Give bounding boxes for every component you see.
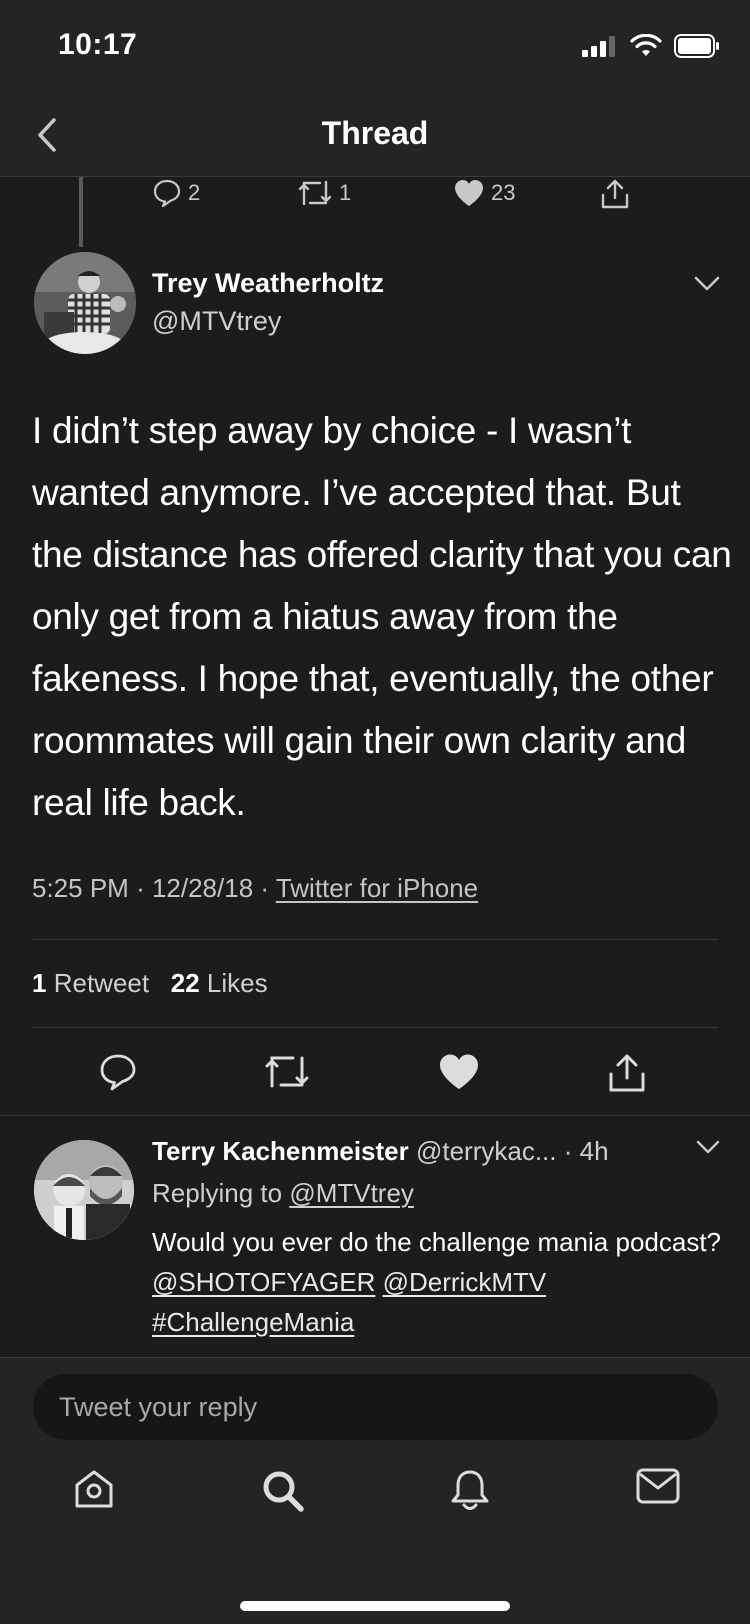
share-icon xyxy=(600,178,630,210)
reply-button[interactable] xyxy=(98,1052,138,1092)
reply-text: Would you ever do the challenge mania po… xyxy=(152,1222,722,1342)
mention-link[interactable]: @DerrickMTV xyxy=(383,1267,547,1297)
tweet-meta: 5:25 PM · 12/28/18 · Twitter for iPhone xyxy=(32,873,478,904)
divider xyxy=(0,1115,750,1116)
tweet-actions xyxy=(0,1052,750,1108)
previous-retweet-count: 1 xyxy=(339,180,352,205)
tweet-date: 12/28/18 xyxy=(151,873,254,903)
reply-menu-button[interactable] xyxy=(696,1140,720,1155)
tweet-stats: 1 Retweet 22 Likes xyxy=(32,968,268,999)
status-time: 10:17 xyxy=(58,28,138,61)
reply-input[interactable] xyxy=(33,1374,718,1440)
reply-header: Terry Kachenmeister @terrykac... · 4h xyxy=(152,1136,609,1167)
likes-stat[interactable]: 22 Likes xyxy=(171,968,268,998)
chevron-down-icon xyxy=(696,1140,720,1155)
tweet-source-link[interactable]: Twitter for iPhone xyxy=(276,873,478,903)
tweet-text: I didn’t step away by choice - I wasn’t … xyxy=(32,410,732,823)
search-icon xyxy=(260,1468,306,1514)
reply-author-handle[interactable]: @terrykac... xyxy=(416,1136,557,1166)
status-bar: 10:17 xyxy=(0,0,750,95)
reply-author-name[interactable]: Terry Kachenmeister xyxy=(152,1136,409,1166)
battery-icon xyxy=(674,34,720,58)
wifi-icon xyxy=(630,34,662,58)
retweet-button[interactable] xyxy=(263,1052,311,1092)
tab-messages[interactable] xyxy=(636,1468,680,1504)
heart-icon xyxy=(438,1052,480,1092)
likes-label: Likes xyxy=(206,968,268,998)
replying-to-handle[interactable]: @MTVtrey xyxy=(289,1178,414,1208)
like-button[interactable] xyxy=(438,1052,480,1092)
reply-avatar[interactable] xyxy=(34,1140,134,1240)
previous-share-button[interactable] xyxy=(600,178,630,210)
home-indicator[interactable] xyxy=(240,1601,510,1611)
page-title: Thread xyxy=(321,115,429,151)
tab-bar xyxy=(0,1468,750,1548)
reply-icon xyxy=(152,178,182,208)
reply-text-prefix: Would you ever do the challenge mania po… xyxy=(152,1227,722,1257)
divider xyxy=(32,1027,718,1028)
nav-bar: Thread xyxy=(0,95,750,177)
retweets-count: 1 xyxy=(32,968,47,998)
retweet-icon xyxy=(263,1052,311,1092)
reply-icon xyxy=(98,1052,138,1092)
retweet-icon xyxy=(297,178,333,208)
divider xyxy=(32,939,718,940)
previous-like-button[interactable]: 23 xyxy=(453,178,515,208)
status-icons xyxy=(582,34,720,58)
signal-icon xyxy=(582,35,618,57)
chevron-down-icon xyxy=(694,276,720,292)
author-handle[interactable]: @MTVtrey xyxy=(152,306,281,337)
author-name[interactable]: Trey Weatherholtz xyxy=(152,268,384,299)
meta-separator: · xyxy=(136,873,152,903)
replying-to-label: Replying to xyxy=(152,1178,283,1208)
share-button[interactable] xyxy=(607,1052,647,1094)
retweets-label: Retweet xyxy=(53,968,150,998)
previous-retweet-button[interactable]: 1 xyxy=(297,178,351,208)
tweet-menu-button[interactable] xyxy=(694,276,720,292)
reply-age: 4h xyxy=(579,1136,609,1166)
messages-icon xyxy=(636,1468,680,1504)
hashtag-link[interactable]: #ChallengeMania xyxy=(152,1307,354,1337)
previous-like-count: 23 xyxy=(491,180,516,205)
replying-to: Replying to @MTVtrey xyxy=(152,1178,414,1209)
author-avatar[interactable] xyxy=(34,252,136,354)
previous-tweet-actions: 2 1 23 xyxy=(0,178,750,228)
retweets-stat[interactable]: 1 Retweet xyxy=(32,968,149,998)
home-icon xyxy=(73,1468,115,1510)
share-icon xyxy=(607,1052,647,1094)
mention-link[interactable]: @SHOTOFYAGER xyxy=(152,1267,375,1297)
likes-count: 22 xyxy=(170,968,200,998)
tab-notifications[interactable] xyxy=(450,1468,490,1512)
notifications-icon xyxy=(450,1468,490,1512)
previous-reply-count: 2 xyxy=(188,180,201,205)
previous-reply-button[interactable]: 2 xyxy=(152,178,200,208)
bottom-bar xyxy=(0,1357,750,1624)
meta-separator: · xyxy=(260,873,276,903)
meta-separator: · xyxy=(563,1136,580,1166)
tweet-time: 5:25 PM xyxy=(32,873,129,903)
tab-search[interactable] xyxy=(260,1468,306,1514)
heart-icon xyxy=(453,178,485,208)
tab-home[interactable] xyxy=(73,1468,115,1510)
